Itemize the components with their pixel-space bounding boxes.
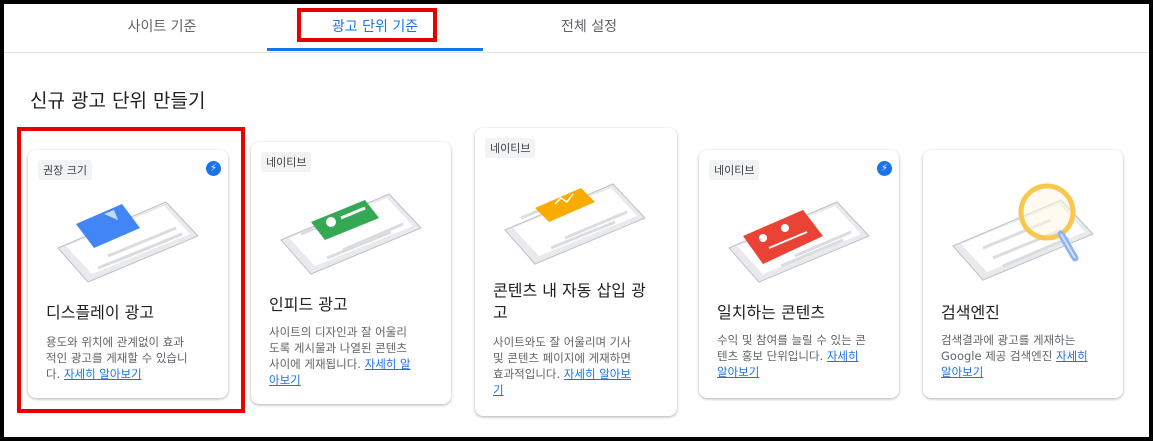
display-ad-illustration xyxy=(57,201,199,283)
card-description: 사이트의 디자인과 잘 어울리 도록 게시물과 나열된 콘텐츠 사이에 게재됩니… xyxy=(269,324,411,388)
card-title: 일치하는 콘텐츠 xyxy=(717,303,826,322)
card-matched-content[interactable]: 네이티브 ⚡ 일치하는 콘텐츠 수익 및 참여를 늘릴 수 있는 콘 텐츠 홍보… xyxy=(699,150,899,398)
tab-bar: 사이트 기준 광고 단위 기준 전체 설정 xyxy=(4,4,1149,53)
learn-more-link[interactable]: 자세히 알아보기 xyxy=(64,367,142,381)
card-badge: 네이티브 xyxy=(709,160,760,180)
card-description: 용도와 위치에 관계없이 효과 적인 광고를 게재할 수 있습니 다. 자세히 … xyxy=(46,334,188,382)
card-title: 인피드 광고 xyxy=(269,295,348,314)
in-article-illustration xyxy=(504,183,646,265)
card-title: 검색엔진 xyxy=(941,303,1000,322)
card-description: 사이트와도 잘 어울리며 기사 및 콘텐츠 페이지에 게재하면 효과적입니다. … xyxy=(493,334,631,398)
card-badge: 네이티브 xyxy=(485,138,536,158)
in-feed-illustration xyxy=(280,193,422,275)
search-engine-illustration xyxy=(952,183,1094,281)
tab-site[interactable]: 사이트 기준 xyxy=(67,4,257,52)
card-display-ad[interactable]: 권장 크기 ⚡ 디스플레이 광고 용도와 위치에 관계없이 효과 적인 광고를 … xyxy=(28,150,228,398)
card-title: 디스플레이 광고 xyxy=(46,303,155,322)
app-window: 사이트 기준 광고 단위 기준 전체 설정 신규 광고 단위 만들기 권장 크기… xyxy=(0,0,1153,441)
card-search-engine[interactable]: 검색엔진 검색결과에 광고를 게재하는 Google 제공 검색엔진 자세히 알… xyxy=(923,150,1123,398)
lightning-bolt-icon: ⚡ xyxy=(206,161,221,176)
card-in-article-ad[interactable]: 네이티브 콘텐츠 내 자동 삽입 광 고 사이트와도 잘 어울리며 기사 및 콘… xyxy=(475,128,677,416)
card-badge: 권장 크기 xyxy=(38,160,92,180)
tab-global-settings[interactable]: 전체 설정 xyxy=(494,4,684,52)
matched-content-illustration xyxy=(728,201,870,283)
card-title: 콘텐츠 내 자동 삽입 광 고 xyxy=(493,281,646,322)
card-badge: 네이티브 xyxy=(261,152,312,172)
active-tab-indicator xyxy=(267,48,483,51)
lightning-bolt-icon: ⚡ xyxy=(877,161,892,176)
section-title: 신규 광고 단위 만들기 xyxy=(30,90,206,112)
card-description: 수익 및 참여를 늘릴 수 있는 콘 텐츠 홍보 단위입니다. 자세히 알아보기 xyxy=(717,332,866,380)
tab-highlight-box xyxy=(297,8,437,42)
card-in-feed-ad[interactable]: 네이티브 인피드 광고 사이트의 디자인과 잘 어울리 도록 게시물과 나열된 … xyxy=(251,142,451,404)
card-description: 검색결과에 광고를 게재하는 Google 제공 검색엔진 자세히 알아보기 xyxy=(941,332,1088,380)
